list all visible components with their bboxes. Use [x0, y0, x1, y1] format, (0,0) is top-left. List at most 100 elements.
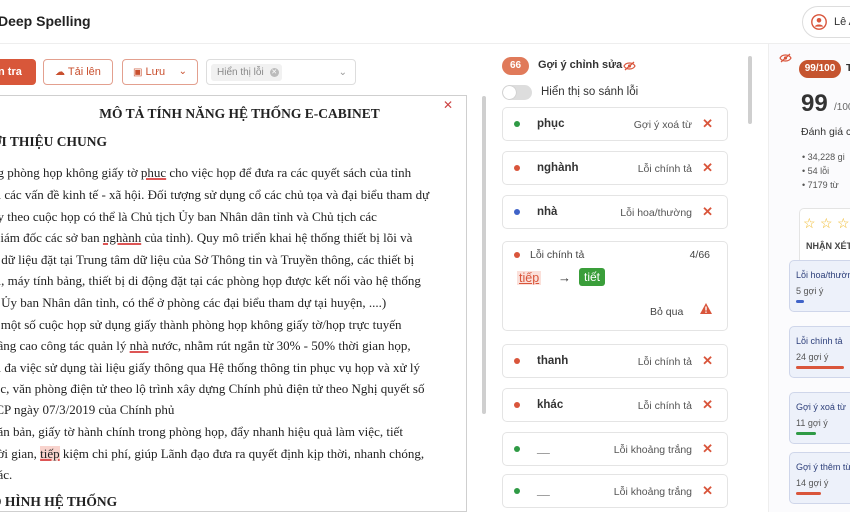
status-dot: [514, 488, 520, 494]
doc-line: xác.: [0, 467, 13, 482]
suggestion-count-badge: 66: [502, 57, 529, 75]
error-filter-select[interactable]: Hiển thị lỗi ✕ ⌄: [206, 59, 356, 85]
dismiss-icon[interactable]: ✕: [702, 397, 713, 413]
skip-button[interactable]: Bỏ qua: [650, 306, 683, 318]
score-label: Đánh giá c: [801, 126, 850, 138]
suggestion-word: nhà: [537, 206, 558, 218]
warning-icon[interactable]: [699, 302, 713, 315]
document-scrollbar[interactable]: [482, 96, 486, 414]
filter-chip-label: Hiển thị lỗi: [217, 67, 264, 78]
suggestion-card[interactable]: khác Lỗi chính tả ✕: [502, 388, 728, 422]
stat-value: 7179 từ: [807, 180, 839, 190]
toggle-knob: [503, 86, 516, 99]
doc-line: iệc, văn phòng điện tử theo lộ trình xây…: [0, 381, 425, 396]
save-icon: ▣: [133, 67, 143, 78]
status-dot: [514, 252, 520, 258]
error-word[interactable]: nhà: [130, 338, 149, 353]
stat-card[interactable]: Lỗi hoa/thườn 5 gợi ý: [789, 260, 850, 312]
stat-card-bar: [796, 366, 844, 369]
text-run: kiệm chi phí, giúp Lãnh đạo đưa ra quyết…: [59, 446, 425, 461]
doc-line: hời gian, tiếp kiệm chi phí, giúp Lãnh đ…: [0, 446, 424, 462]
suggestion-kind: Lỗi khoảng trắng: [613, 444, 692, 456]
dismiss-icon[interactable]: ✕: [702, 116, 713, 132]
status-dot: [514, 165, 520, 171]
status-dot: [514, 121, 520, 127]
text-run: hời gian,: [0, 446, 37, 461]
doc-line: ùy theo cuộc họp có thể là Chủ tịch Ủy b…: [0, 209, 377, 224]
dismiss-icon[interactable]: ✕: [702, 441, 713, 457]
suggestion-counter: 4/66: [689, 249, 710, 261]
document-editor[interactable]: ✕ MÔ TẢ TÍNH NĂNG HỆ THỐNG E-CABINET ỚI …: [0, 95, 467, 512]
doc-line: -CP ngày 07/3/2019 của Chính phủ: [0, 402, 175, 417]
wrong-word: tiếp: [517, 271, 542, 285]
chip-remove-icon[interactable]: ✕: [269, 68, 279, 77]
stats-panel: 99/100 T 99 /100 Đánh giá c • 34,228 gi …: [768, 44, 850, 512]
suggestions-scrollbar[interactable]: [748, 56, 752, 124]
star-icon[interactable]: ☆: [820, 215, 833, 232]
suggestion-word: __: [537, 443, 550, 455]
stat-line: • 7179 từ: [802, 180, 839, 190]
stat-card-count: 14 gợi ý: [796, 478, 829, 488]
dismiss-icon[interactable]: ✕: [702, 160, 713, 176]
app-header: Deep Spelling Lê A: [0, 0, 850, 44]
doc-line: ối các vấn đề kinh tế - xã hội. Đối tượn…: [0, 187, 430, 202]
suggestion-card-expanded[interactable]: Lỗi chính tả 4/66 tiếp → tiết Bỏ qua: [502, 241, 728, 331]
text-run: nước, nhằm rút ngắn từ 30% - 50% thời gi…: [148, 338, 411, 353]
suggestion-kind: Lỗi chính tả: [637, 356, 692, 368]
stat-card-title: Lỗi hoa/thườn: [796, 270, 850, 280]
accept-suggestion-button[interactable]: tiết: [579, 268, 606, 286]
star-icon[interactable]: ☆: [803, 215, 816, 232]
error-word[interactable]: phuc: [141, 165, 166, 180]
suggestions-panel: 66 Gợi ý chỉnh sửa Hiển thị so sánh lỗi …: [495, 48, 765, 512]
suggestion-card[interactable]: phục Gợi ý xoá từ ✕: [502, 107, 728, 141]
save-label: Lưu: [145, 66, 166, 78]
suggestion-card[interactable]: nghành Lỗi chính tả ✕: [502, 151, 728, 185]
upload-button[interactable]: ☁ Tải lên: [43, 59, 113, 85]
eye-off-icon[interactable]: [623, 61, 636, 71]
check-button[interactable]: n tra: [0, 59, 36, 85]
status-dot: [514, 209, 520, 215]
chevron-down-icon: ⌄: [178, 66, 187, 77]
stat-value: 34,228 gi: [807, 152, 845, 162]
stat-card[interactable]: Gợi ý xoá từ 11 gợi ý: [789, 392, 850, 444]
dismiss-icon[interactable]: ✕: [702, 204, 713, 220]
score-badge-label: T: [846, 62, 850, 74]
score-max: /100: [834, 102, 850, 113]
stat-line: • 34,228 gi: [802, 152, 845, 162]
eye-off-icon[interactable]: [779, 53, 792, 63]
filter-chip: Hiển thị lỗi ✕: [211, 64, 282, 81]
suggestion-word: nghành: [537, 162, 579, 174]
doc-line: ữ dữ liệu đặt tại Trung tâm dữ liệu của …: [0, 252, 415, 267]
doc-line: ối, máy tính bảng, thiết bị di động đặt …: [0, 273, 421, 288]
star-icon[interactable]: ☆: [837, 215, 850, 232]
highlighted-error-word[interactable]: tiếp: [40, 446, 60, 461]
suggestion-card[interactable]: __ Lỗi khoảng trắng ✕: [502, 474, 728, 508]
suggestion-word: __: [537, 485, 550, 497]
save-button[interactable]: ▣ Lưu ⌄: [122, 59, 198, 85]
stat-card[interactable]: Gợi ý thêm từ 14 gợi ý: [789, 452, 850, 504]
review-box[interactable]: ☆ ☆ ☆ NHẬN XÉT: [799, 208, 850, 266]
dismiss-icon[interactable]: ✕: [702, 483, 713, 499]
stat-card-count: 11 gợi ý: [796, 418, 828, 428]
user-menu[interactable]: Lê A: [802, 6, 850, 38]
suggestion-kind: Lỗi hoa/thường: [620, 207, 692, 219]
suggestion-card[interactable]: __ Lỗi khoảng trắng ✕: [502, 432, 728, 466]
text-run: cho việc họp để đưa ra các quyết sách củ…: [166, 165, 412, 180]
score-value: 99: [801, 90, 828, 117]
error-word[interactable]: nghành: [103, 230, 141, 245]
stat-card-bar: [796, 432, 816, 435]
suggestion-kind: Lỗi chính tả: [530, 249, 585, 261]
suggestion-card[interactable]: thanh Lỗi chính tả ✕: [502, 344, 728, 378]
suggestion-card[interactable]: nhà Lỗi hoa/thường ✕: [502, 195, 728, 229]
dismiss-icon[interactable]: ✕: [702, 353, 713, 369]
stat-card[interactable]: Lỗi chính tả 24 gợi ý: [789, 326, 850, 378]
compare-toggle[interactable]: [502, 85, 532, 100]
toolbar: n tra ☁ Tải lên ▣ Lưu ⌄ Hiển thị lỗi ✕ ⌄: [0, 44, 480, 92]
cloud-upload-icon: ☁: [55, 67, 65, 78]
suggestion-word: phục: [537, 118, 565, 130]
stat-card-bar: [796, 300, 804, 303]
suggestion-kind: Lỗi chính tả: [637, 400, 692, 412]
suggestion-word: thanh: [537, 355, 569, 367]
doc-line: n một số cuộc họp sử dụng giấy thành phò…: [0, 317, 402, 332]
compare-toggle-label: Hiển thị so sánh lỗi: [541, 86, 639, 98]
